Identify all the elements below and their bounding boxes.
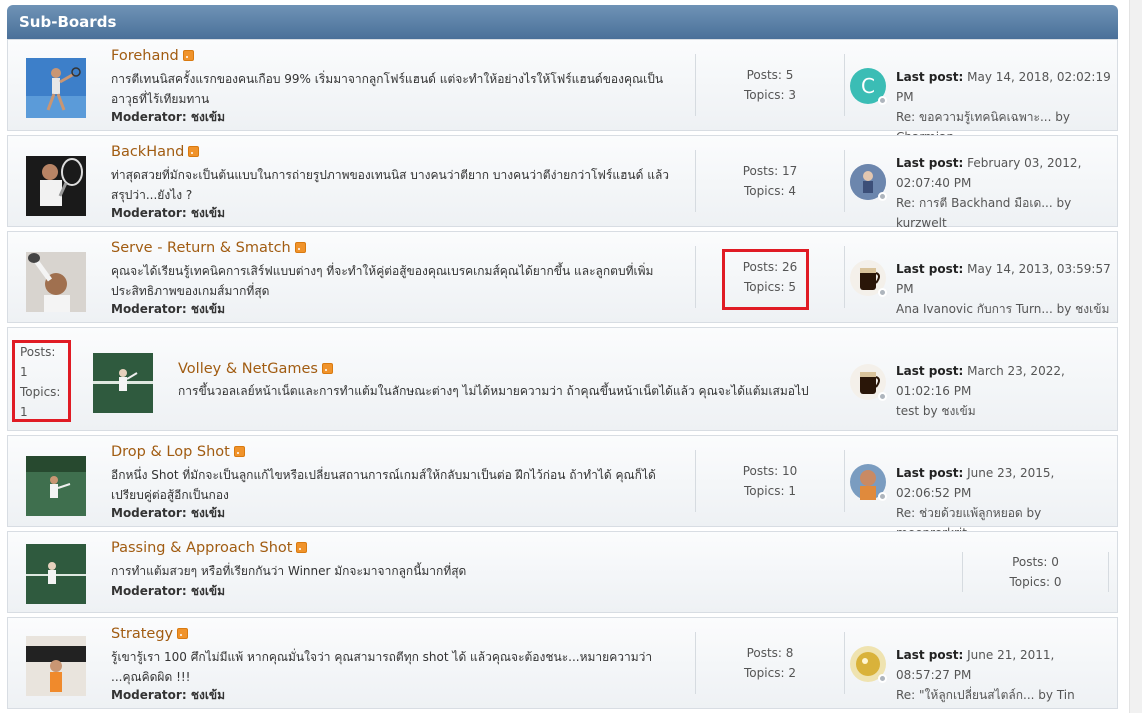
last-post-link[interactable]: Re: "ให้ลูกเปลี่ยนสไตล์ก... by Tin: [896, 685, 1111, 705]
rss-icon[interactable]: [188, 146, 200, 157]
board-thumbnail[interactable]: [93, 353, 153, 413]
board-serve-return-smatch: Serve - Return & Smatch คุณจะได้เรียนรู้…: [7, 231, 1118, 323]
board-moderator: Moderator: ชงเข้ม: [111, 206, 226, 220]
board-thumbnail[interactable]: [26, 456, 86, 516]
board-stats: Posts: 5 Topics: 3: [695, 54, 845, 116]
board-title[interactable]: Passing & Approach Shot: [111, 540, 308, 556]
board-title[interactable]: Forehand: [111, 48, 194, 64]
last-post: Last post: May 14, 2013, 03:59:57 PM Ana…: [896, 259, 1111, 319]
board-thumbnail[interactable]: [26, 58, 86, 118]
offline-status-icon: [878, 674, 887, 683]
rss-icon[interactable]: [177, 628, 189, 639]
board-moderator: Moderator: ชงเข้ม: [111, 506, 226, 520]
offline-status-icon: [878, 96, 887, 105]
page-scrollbar[interactable]: [1129, 0, 1142, 713]
offline-status-icon: [878, 492, 887, 501]
board-description: การทำแต้มสวยๆ หรือที่เรียกกันว่า Winner …: [111, 564, 467, 578]
board-passing-approach-shot: Passing & Approach Shot การทำแต้มสวยๆ หร…: [7, 531, 1118, 613]
posts-count: 17: [781, 164, 798, 178]
moderator-link[interactable]: ชงเข้ม: [191, 206, 225, 220]
sub-boards-panel: Sub-Boards: [7, 5, 1118, 39]
last-post: Last post: February 03, 2012, 02:07:40 P…: [896, 153, 1111, 233]
posts-count: 8: [785, 646, 794, 660]
moderator-link[interactable]: ชงเข้ม: [191, 110, 225, 124]
board-thumbnail[interactable]: [26, 156, 86, 216]
last-post-link[interactable]: test by ชงเข้ม: [896, 401, 1111, 421]
topics-count: 4: [788, 184, 796, 198]
posts-count: 0: [1051, 555, 1059, 569]
board-strategy: Strategy รู้เขารู้เรา 100 ศึกไม่มีแพ้ หา…: [7, 617, 1118, 709]
board-description: คุณจะได้เรียนรู้เทคนิคการเสิร์ฟแบบต่างๆ …: [111, 264, 654, 298]
board-stats: Posts: 0 Topics: 0: [962, 552, 1109, 592]
board-moderator: Moderator: ชงเข้ม: [111, 302, 226, 316]
avatar[interactable]: [850, 464, 887, 501]
board-title[interactable]: Strategy: [111, 626, 189, 642]
board-volley-netgames: Posts: 1 Topics: 1 Volley & NetGames การ…: [7, 327, 1118, 431]
board-description: อีกหนึ่ง Shot ที่มักจะเป็นลูกแก้ไขหรือเป…: [111, 468, 656, 502]
topics-count: 3: [788, 88, 796, 102]
board-moderator: Moderator: ชงเข้ม: [111, 110, 226, 124]
board-stats: Posts: 10 Topics: 1: [695, 450, 845, 512]
board-stats: Posts: 8 Topics: 2: [695, 632, 845, 694]
topics-count: 1: [788, 484, 796, 498]
rss-icon[interactable]: [294, 242, 306, 253]
board-thumbnail[interactable]: [26, 544, 86, 604]
board-stats: Posts: 17 Topics: 4: [695, 150, 845, 212]
last-post: Last post: June 21, 2011, 08:57:27 PM Re…: [896, 645, 1111, 705]
offline-status-icon: [878, 192, 887, 201]
board-title[interactable]: Serve - Return & Smatch: [111, 240, 306, 256]
board-thumbnail[interactable]: [26, 252, 86, 312]
board-thumbnail[interactable]: [26, 636, 86, 696]
board-description: รู้เขารู้เรา 100 ศึกไม่มีแพ้ หากคุณมั่นใ…: [111, 650, 653, 684]
avatar[interactable]: [850, 646, 887, 683]
board-moderator: Moderator: ชงเข้ม: [111, 584, 226, 598]
rss-icon[interactable]: [233, 446, 245, 457]
last-post: Last post: March 23, 2022, 01:02:16 PM t…: [896, 361, 1111, 421]
posts-count: 10: [781, 464, 798, 478]
highlight-box-serve-stats: [722, 249, 809, 310]
board-title[interactable]: Drop & Lop Shot: [111, 444, 245, 460]
board-description: การขึ้นวอลเลย์หน้าเน็ตและการทำแต้มในลักษ…: [178, 384, 809, 398]
last-post-link[interactable]: Ana Ivanovic กับการ Turn... by ชงเข้ม: [896, 299, 1111, 319]
sub-boards-header: Sub-Boards: [7, 5, 1118, 39]
avatar[interactable]: C: [850, 68, 887, 105]
offline-status-icon: [878, 288, 887, 297]
moderator-link[interactable]: ชงเข้ม: [191, 302, 225, 316]
rss-icon[interactable]: [182, 50, 194, 61]
moderator-link[interactable]: ชงเข้ม: [191, 688, 225, 702]
board-moderator: Moderator: ชงเข้ม: [111, 688, 226, 702]
avatar[interactable]: [850, 364, 887, 401]
offline-status-icon: [878, 392, 887, 401]
board-description: การตีเทนนิสครั้งแรกของคนเกือบ 99% เริ่มม…: [111, 72, 664, 106]
board-title[interactable]: Volley & NetGames: [178, 361, 333, 377]
moderator-link[interactable]: ชงเข้ม: [191, 506, 225, 520]
board-backhand: BackHand ท่าสุดสวยที่มักจะเป็นต้นแบบในกา…: [7, 135, 1118, 230]
topics-count: 0: [1053, 575, 1062, 589]
last-post-link[interactable]: Re: การตี Backhand มือเด... by kurzwelt: [896, 193, 1111, 233]
board-drop-lop-shot: Drop & Lop Shot อีกหนึ่ง Shot ที่มักจะเป…: [7, 435, 1118, 540]
rss-icon[interactable]: [296, 542, 308, 553]
avatar[interactable]: [850, 164, 887, 201]
board-description: ท่าสุดสวยที่มักจะเป็นต้นแบบในการถ่ายรูปภ…: [111, 168, 670, 202]
board-title[interactable]: BackHand: [111, 144, 200, 160]
posts-count: 5: [785, 68, 794, 82]
avatar[interactable]: [850, 260, 887, 297]
rss-icon[interactable]: [321, 363, 333, 374]
highlight-box-volley-stats: [12, 340, 71, 422]
board-forehand: Forehand การตีเทนนิสครั้งแรกของคนเกือบ 9…: [7, 39, 1118, 144]
moderator-link[interactable]: ชงเข้ม: [191, 584, 225, 598]
topics-count: 2: [788, 666, 796, 680]
